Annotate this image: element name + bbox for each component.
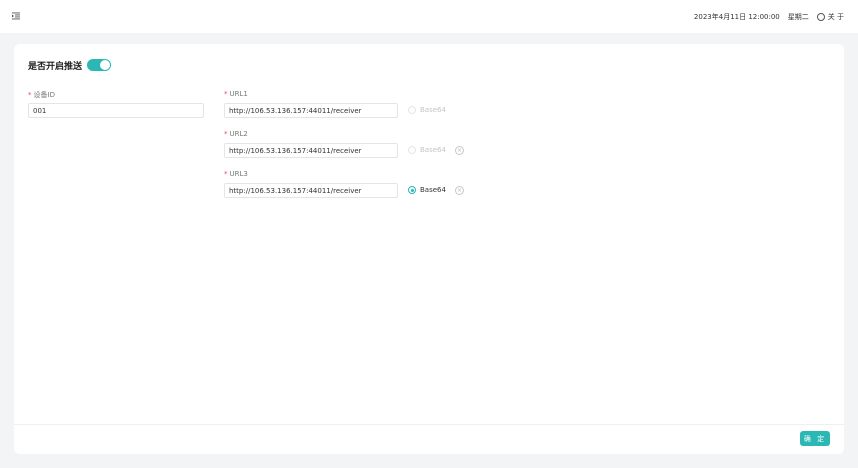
url3-label: * URL3: [224, 170, 248, 178]
device-id-label: * 设备ID: [28, 90, 55, 100]
device-id-input[interactable]: [28, 103, 204, 118]
url2-input[interactable]: [224, 143, 398, 158]
url3-input[interactable]: [224, 183, 398, 198]
confirm-button[interactable]: 确 定: [800, 431, 830, 446]
info-circle-icon: [816, 13, 825, 21]
required-mark: *: [224, 170, 228, 178]
push-toggle[interactable]: [87, 59, 112, 71]
top-right-info: 2023年4月11日 12:00:00 星期二 关 于: [694, 11, 844, 23]
url3-base64-label: Base64: [420, 186, 446, 194]
url1-label-text: URL1: [229, 90, 248, 98]
url1-base64-radio[interactable]: Base64: [408, 106, 446, 114]
about-button[interactable]: 关 于: [816, 12, 844, 22]
datetime-text: 2023年4月11日 12:00:00: [693, 13, 780, 21]
required-mark: *: [224, 90, 228, 98]
url3-base64-radio[interactable]: Base64: [408, 186, 446, 194]
url1-base64-label: Base64: [420, 106, 446, 114]
required-mark: *: [28, 91, 32, 99]
url3-clear-icon[interactable]: ×: [455, 186, 464, 195]
url2-base64-label: Base64: [420, 146, 446, 154]
page-title: 是否开启推送: [28, 61, 83, 72]
radio-circle: [408, 146, 416, 154]
top-bar: 2023年4月11日 12:00:00 星期二 关 于: [0, 0, 858, 33]
url2-label-text: URL2: [229, 130, 248, 138]
required-mark: *: [224, 130, 228, 138]
weekday-text: 星期二: [787, 13, 809, 21]
device-id-label-text: 设备ID: [33, 91, 55, 99]
menu-fold-icon[interactable]: [12, 12, 20, 20]
radio-circle: [408, 106, 416, 114]
url2-clear-icon[interactable]: ×: [455, 146, 464, 155]
toggle-knob: [100, 60, 111, 70]
url1-input[interactable]: [224, 103, 398, 118]
url3-label-text: URL3: [229, 170, 248, 178]
url1-label: * URL1: [224, 90, 248, 98]
card-header: 是否开启推送: [28, 58, 112, 72]
radio-circle: [408, 186, 416, 194]
push-settings-card: 是否开启推送 *设备ID *URL1 Base64 *URL2 Base64 ×…: [14, 44, 844, 454]
url2-base64-radio[interactable]: Base64: [408, 146, 446, 154]
url2-label: * URL2: [224, 130, 248, 138]
about-label: 关 于: [827, 13, 844, 21]
footer-divider: [14, 424, 844, 425]
